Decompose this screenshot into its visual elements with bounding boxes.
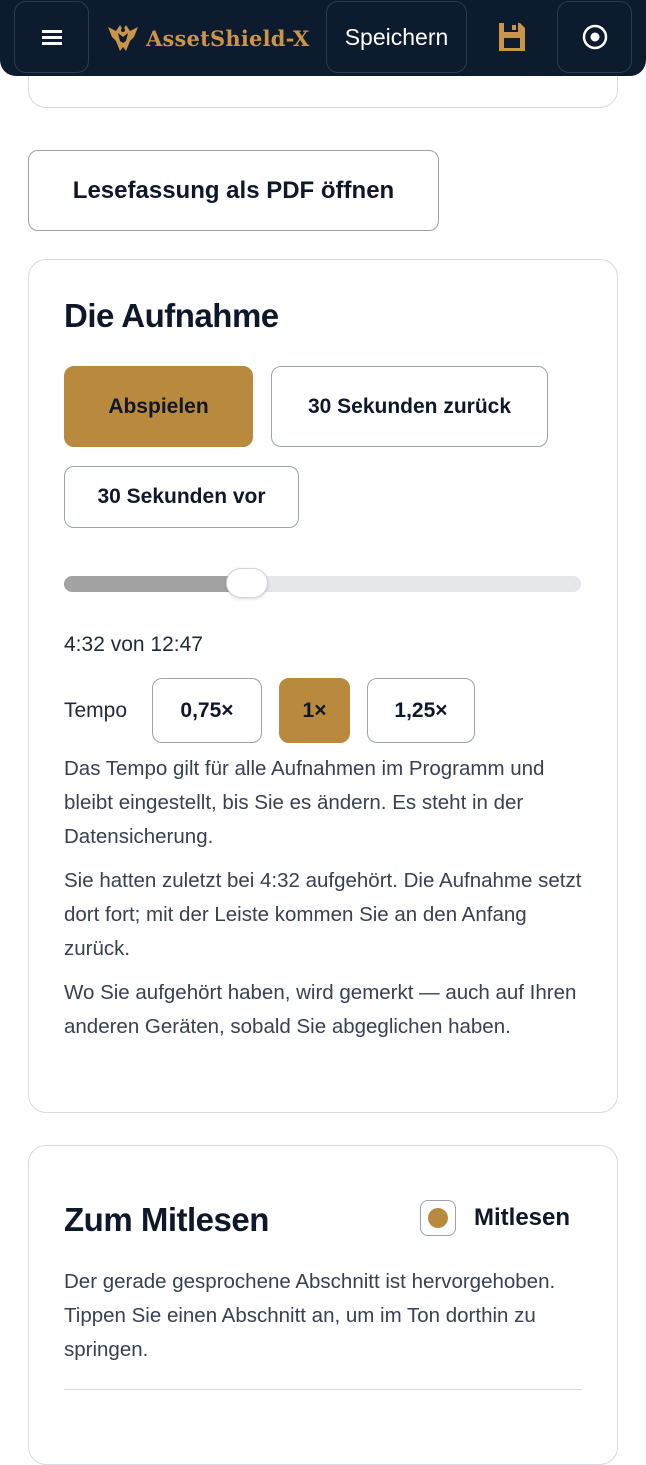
speed-option-label: 1× — [302, 698, 327, 722]
read-along-title: Zum Mitlesen — [64, 1201, 269, 1238]
brand[interactable]: AssetShield-X — [106, 20, 310, 56]
save-button[interactable]: Speichern — [326, 1, 467, 73]
playback-time: 4:32 von 12:47 — [64, 633, 203, 656]
checked-indicator-icon — [428, 1208, 448, 1228]
record-target-icon — [582, 24, 607, 50]
read-along-toggle-label: Mitlesen — [474, 1204, 571, 1231]
audio-title: Die Aufnahme — [64, 297, 279, 334]
brand-name: AssetShield-X — [146, 25, 310, 51]
speed-option-125[interactable]: 1,25× — [367, 678, 475, 743]
section-divider — [64, 1389, 582, 1390]
tempo-label: Tempo — [64, 699, 128, 722]
playback-slider-thumb[interactable] — [226, 568, 268, 598]
skip-forward-label: 30 Sekunden vor — [97, 485, 266, 508]
sync-info-text: Wo Sie aufgehört haben, wird gemerkt — a… — [64, 981, 577, 1038]
skip-forward-button[interactable]: 30 Sekunden vor — [64, 466, 299, 528]
open-pdf-button[interactable]: Lesefassung als PDF öffnen — [28, 150, 439, 231]
save-disk-button[interactable] — [477, 1, 547, 73]
open-pdf-label: Lesefassung als PDF öffnen — [72, 176, 395, 204]
speed-option-label: 0,75× — [180, 698, 234, 722]
skip-back-button[interactable]: 30 Sekunden zurück — [271, 366, 548, 447]
skip-back-label: 30 Sekunden zurück — [307, 394, 512, 418]
play-label: Abspielen — [108, 394, 209, 418]
playback-progress-slider[interactable] — [64, 568, 581, 598]
top-app-bar: AssetShield-X Speichern — [0, 0, 646, 76]
read-along-description: Der gerade gesprochene Abschnitt ist her… — [64, 1270, 556, 1361]
read-along-checkbox[interactable] — [420, 1200, 456, 1236]
floppy-disk-icon — [499, 23, 525, 51]
speed-option-label: 1,25× — [394, 698, 448, 722]
read-along-toggle[interactable]: Mitlesen — [420, 1200, 570, 1236]
save-button-label: Speichern — [344, 23, 449, 50]
resume-info-text: Sie hatten zuletzt bei 4:32 aufgehört. D… — [64, 869, 582, 960]
speed-option-075[interactable]: 0,75× — [152, 678, 262, 743]
record-button[interactable] — [557, 1, 632, 73]
tempo-info-text: Das Tempo gilt für alle Aufnahmen im Pro… — [64, 757, 545, 848]
eagle-crest-logo — [108, 25, 138, 51]
hamburger-menu-icon — [41, 30, 62, 45]
play-button[interactable]: Abspielen — [64, 366, 253, 447]
menu-button[interactable] — [14, 1, 89, 73]
speed-option-1[interactable]: 1× — [279, 678, 350, 743]
playback-progress-fill — [64, 576, 247, 592]
